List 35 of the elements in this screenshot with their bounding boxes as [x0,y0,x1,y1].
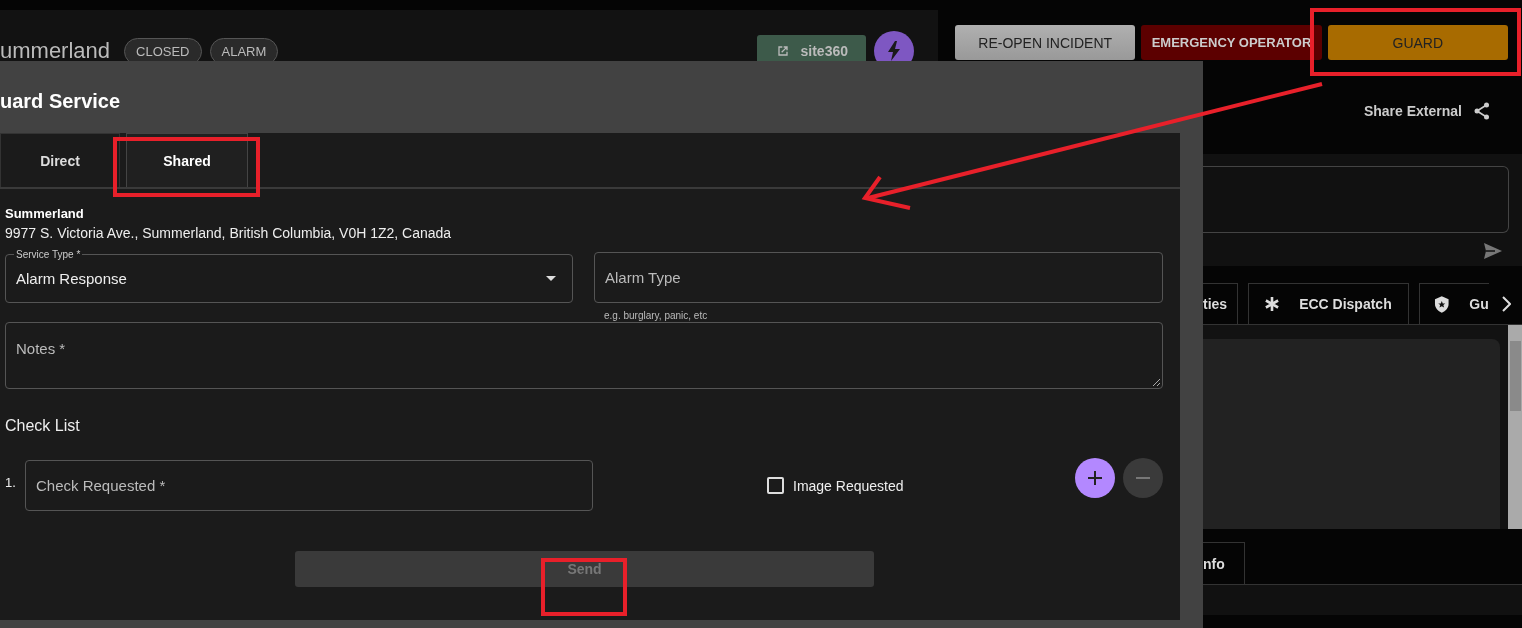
incident-title: ummerland [0,39,111,63]
minus-icon [1136,476,1150,479]
asterisk-icon [1265,297,1280,311]
action-button[interactable]: RE-OPEN INCIDENT [955,25,1136,60]
site-address: 9977 S. Victoria Ave., Summerland, British Columbia, V0H 1Z2, Canada [5,225,453,241]
resize-grip-icon [1152,378,1160,386]
scrollbar[interactable] [1508,325,1522,529]
alarm-type-field[interactable]: Alarm Type [594,252,1163,303]
site-name: Summerland [5,206,85,221]
service-tab[interactable]: Direct [0,133,120,187]
send-icon[interactable] [1484,243,1502,259]
item-number: 1. [5,475,17,490]
shield-icon [1433,295,1450,313]
chevron-right-icon[interactable] [1500,295,1511,312]
image-requested-checkbox[interactable]: Image Requested [767,477,904,494]
info-tab[interactable]: nfo [1203,542,1245,584]
helper-text: e.g. burglary, panic, etc [604,310,709,321]
dispatch-tab[interactable]: ECC Dispatch [1248,283,1409,324]
dispatch-tab[interactable]: Gu [1418,283,1489,324]
dialog-title: uard Service [0,89,121,113]
action-button[interactable]: GUARD [1327,25,1508,60]
add-button[interactable] [1075,457,1115,498]
dropdown-caret-icon [546,275,556,281]
checklist-title: Check List [5,417,81,435]
share-external-button[interactable]: Share External [1363,101,1490,121]
notes-field[interactable]: Notes * [5,322,1163,389]
plus-icon [1088,470,1102,485]
message-field[interactable] [1203,166,1509,233]
service-type-select[interactable]: Service Type * Alarm Response [5,249,573,303]
dispatch-tab[interactable]: ties [1203,283,1239,324]
service-tab[interactable]: Shared [126,133,248,187]
lightning-icon [887,41,901,61]
action-button[interactable]: EMERGENCY OPERATOR [1141,25,1322,60]
share-icon [1474,102,1490,120]
check-requested-field[interactable]: Check Requested * [25,460,593,511]
